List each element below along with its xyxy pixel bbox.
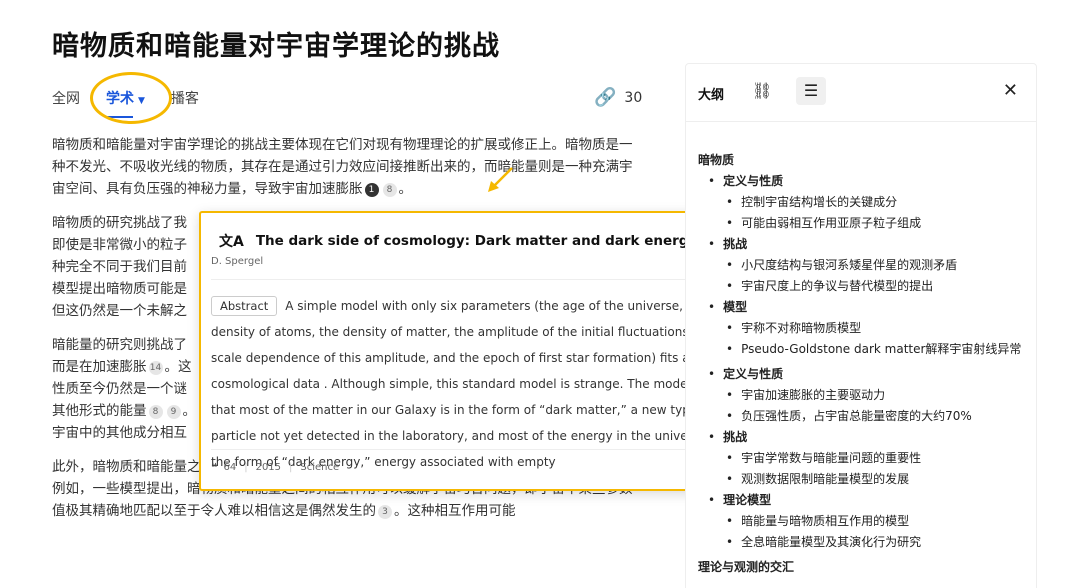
link-count-button[interactable]: 🔗 30 [594, 87, 642, 108]
close-icon[interactable]: ✕ [1003, 80, 1018, 101]
separator: | [244, 462, 248, 473]
outline-section[interactable]: 理论与观测的交汇 [698, 557, 1028, 578]
citation-badge[interactable]: 3 [378, 505, 392, 519]
paper-author: D. Spergel [211, 256, 264, 267]
paper-abstract: Abstract A simple model with only six par… [211, 293, 746, 475]
tab-podcast[interactable]: 播客 [171, 88, 199, 108]
outline-item[interactable]: 观测数据限制暗能量模型的发展 [698, 469, 1028, 490]
outline-subsection[interactable]: 定义与性质 [698, 171, 1028, 192]
outline-item[interactable]: 宇宙学常数与暗能量问题的重要性 [698, 448, 1028, 469]
chevron-down-icon: ▼ [138, 96, 145, 106]
citation-badge[interactable]: 14 [148, 361, 163, 375]
link-icon: 🔗 [594, 87, 617, 108]
outline-subsection[interactable]: 挑战 [698, 234, 1028, 255]
tab-academic-label: 学术 [106, 91, 134, 107]
outline-title: 大纲 [698, 88, 725, 103]
link-count-value: 30 [624, 89, 643, 106]
divider [211, 279, 749, 280]
page-title: 暗物质和暗能量对宇宙学理论的挑战 [52, 31, 500, 62]
citation-badge[interactable]: 1 [364, 183, 379, 197]
quote-icon: ❝ [211, 461, 218, 474]
outline-header: 大纲 ⛓ ☰ ✕ [686, 64, 1036, 122]
citation-badge[interactable]: 8 [382, 183, 397, 197]
outline-item[interactable]: 全息暗能量模型及其演化行为研究 [698, 532, 1028, 553]
popup-header: 文A The dark side of cosmology: Dark matt… [219, 231, 697, 251]
abstract-text: A simple model with only six parameters … [211, 299, 738, 469]
divider [211, 449, 749, 450]
paper-year: 2015 [255, 462, 282, 473]
search-scope-tabs: 全网 学术 ▼ 播客 [52, 86, 225, 118]
mindmap-icon[interactable]: ⛓ [752, 81, 772, 100]
paragraph-1: 暗物质和暗能量对宇宙学理论的挑战主要体现在它们对现有物理理论的扩展或修正上。暗物… [52, 137, 633, 197]
citation-badge[interactable]: 9 [166, 405, 181, 419]
outline-item[interactable]: 宇宙尺度上的争议与替代模型的提出 [698, 276, 1028, 297]
tab-academic[interactable]: 学术 ▼ [106, 88, 145, 118]
abstract-tag: Abstract [211, 296, 278, 316]
outline-tree: 暗物质 定义与性质 控制宇宙结构增长的关键成分 可能由弱相互作用亚原子粒子组成 … [698, 146, 1028, 578]
outline-subsection[interactable]: 模型 [698, 297, 1028, 318]
outline-item[interactable]: Pseudo-Goldstone dark matter解释宇宙射线异常 [698, 339, 1028, 360]
outline-subsection[interactable]: 定义与性质 [698, 364, 1028, 385]
outline-item[interactable]: 宇宙加速膨胀的主要驱动力 [698, 385, 1028, 406]
paper-title[interactable]: The dark side of cosmology: Dark matter … [256, 233, 697, 249]
citation-count: 64 [223, 462, 237, 473]
outline-item[interactable]: 控制宇宙结构增长的关键成分 [698, 192, 1028, 213]
tab-web[interactable]: 全网 [52, 88, 80, 108]
arrow-annotation-icon [488, 167, 513, 192]
outline-subsection[interactable]: 理论模型 [698, 490, 1028, 511]
outline-item[interactable]: 小尺度结构与银河系矮星伴星的观测矛盾 [698, 255, 1028, 276]
translate-icon[interactable]: 文A [219, 231, 244, 251]
outline-item[interactable]: 暗能量与暗物质相互作用的模型 [698, 511, 1028, 532]
outline-subsection[interactable]: 挑战 [698, 427, 1028, 448]
list-view-icon[interactable]: ☰ [796, 77, 826, 105]
citation-badge[interactable]: 8 [148, 405, 163, 419]
outline-item[interactable]: 负压强性质，占宇宙总能量密度的大约70% [698, 406, 1028, 427]
separator: | [289, 462, 293, 473]
outline-item[interactable]: 可能由弱相互作用亚原子粒子组成 [698, 213, 1028, 234]
outline-panel: 大纲 ⛓ ☰ ✕ 暗物质 定义与性质 控制宇宙结构增长的关键成分 可能由弱相互作… [685, 63, 1037, 588]
outline-section[interactable]: 暗物质 [698, 150, 1028, 171]
paper-meta: ❝ 64 | 2015 | Science [211, 461, 339, 474]
outline-item[interactable]: 宇称不对称暗物质模型 [698, 318, 1028, 339]
paper-venue: Science [300, 462, 340, 473]
